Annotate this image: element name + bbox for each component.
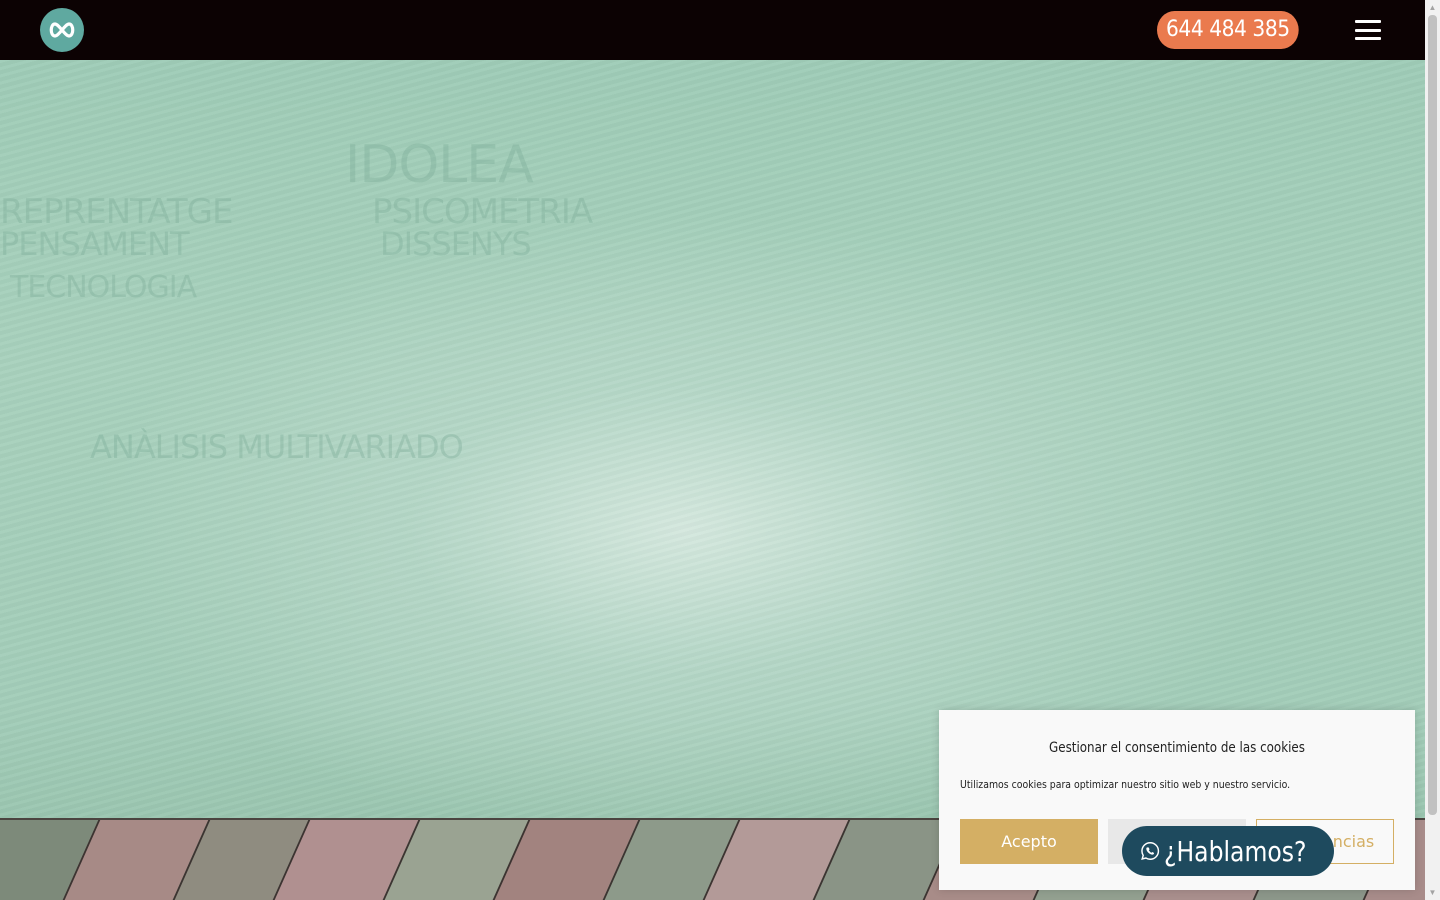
infinity-logo-icon [49,22,75,38]
accept-cookies-button[interactable]: Acepto [960,819,1098,864]
hero-word: TECNOLOGIA [10,270,197,305]
whatsapp-chat-button[interactable]: ¿Hablamos? [1122,826,1334,876]
scroll-down-icon[interactable]: ▼ [1425,885,1440,900]
scrollbar-thumb[interactable] [1428,15,1437,815]
scroll-up-icon[interactable]: ▲ [1425,0,1440,15]
cookie-text: Utilizamos cookies para optimizar nuestr… [960,778,1291,791]
whatsapp-label: ¿Hablamos? [1164,834,1307,868]
cookie-title: Gestionar el consentimiento de las cooki… [1049,740,1305,756]
hero-word: IDOLEA [345,135,534,195]
hero-word: PENSAMENT [0,225,190,263]
hero-word: ANÀLISIS MULTIVARIADO [90,428,464,466]
phone-button[interactable]: 644 484 385 [1157,11,1299,49]
hero-word: DISSENYS [380,225,532,263]
page-scrollbar[interactable]: ▲ ▼ [1425,0,1440,900]
hamburger-menu-icon[interactable] [1355,20,1381,40]
whatsapp-icon [1141,842,1160,861]
site-header: 644 484 385 [0,0,1425,60]
site-logo[interactable] [40,8,84,52]
hero-background: IDOLEA REPRENTATGE PENSAMENT PSICOMETRIA… [0,60,1425,818]
